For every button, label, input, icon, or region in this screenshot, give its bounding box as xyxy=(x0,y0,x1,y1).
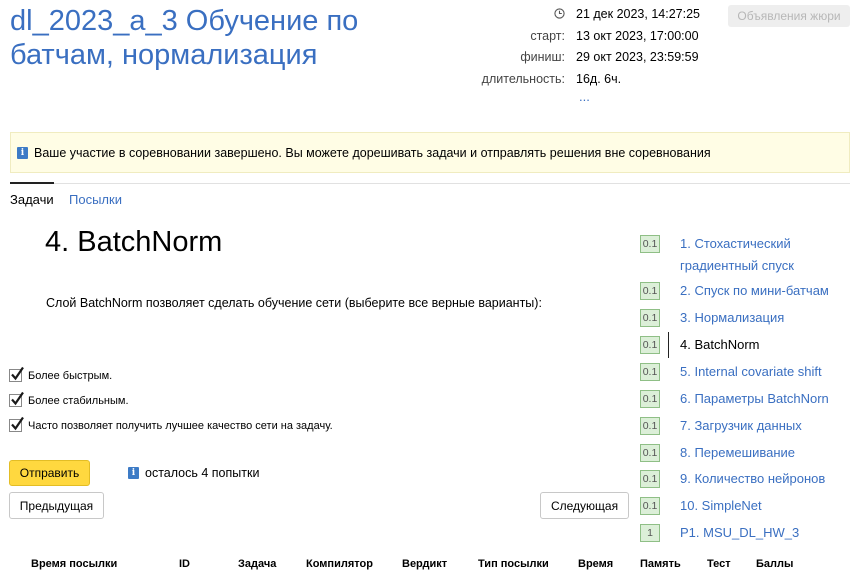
problem-score-badge: 0.1 xyxy=(640,444,660,462)
option-quality[interactable]: Часто позволяет получить лучшее качество… xyxy=(9,416,333,432)
checkmark-icon xyxy=(11,391,24,406)
checkmark-icon xyxy=(11,416,24,431)
checkmark-icon xyxy=(11,366,24,381)
problem-link[interactable]: 6. Параметры BatchNorn xyxy=(680,388,851,410)
problem-link[interactable]: 3. Нормализация xyxy=(680,307,851,329)
participation-notice: i Ваше участие в соревновании завершено.… xyxy=(10,132,850,173)
duration-label: длительность: xyxy=(481,72,565,86)
jury-announcements-button[interactable]: Объявления жюри xyxy=(728,5,850,27)
info-icon: i xyxy=(128,467,139,479)
option-label: Более быстрым. xyxy=(28,369,113,382)
problem-link[interactable]: P1. MSU_DL_HW_3 xyxy=(680,522,851,544)
problem-link-active[interactable]: 4. BatchNorm xyxy=(680,334,851,356)
active-problem-indicator xyxy=(668,332,669,358)
problem-score-badge: 0.1 xyxy=(640,363,660,381)
next-button[interactable]: Следующая xyxy=(540,492,629,519)
problem-title: 4. BatchNorm xyxy=(45,226,223,258)
col-verdict: Вердикт xyxy=(402,558,448,570)
more-link[interactable]: ... xyxy=(579,89,590,104)
option-label: Более стабильным. xyxy=(28,394,129,407)
previous-button[interactable]: Предыдущая xyxy=(9,492,104,519)
problem-link[interactable]: 9. Количество нейронов xyxy=(680,468,851,490)
tab-submissions[interactable]: Посылки xyxy=(69,192,122,207)
checkbox[interactable] xyxy=(9,391,24,407)
problem-link[interactable]: 5. Internal covariate shift xyxy=(680,361,851,383)
tab-active-indicator xyxy=(10,182,54,184)
problem-score-badge: 0.1 xyxy=(640,235,660,253)
col-time: Время xyxy=(578,558,614,570)
clock-icon xyxy=(554,8,565,19)
option-stable[interactable]: Более стабильным. xyxy=(9,391,129,407)
notice-text: Ваше участие в соревновании завершено. В… xyxy=(34,145,711,160)
start-time: 13 окт 2023, 17:00:00 xyxy=(576,29,699,43)
option-label: Часто позволяет получить лучшее качество… xyxy=(28,419,333,432)
checkbox[interactable] xyxy=(9,366,24,382)
col-problem: Задача xyxy=(238,558,277,570)
problem-score-badge: 0.1 xyxy=(640,390,660,408)
start-label: старт: xyxy=(530,29,565,43)
problem-link[interactable]: 8. Перемешивание xyxy=(680,442,851,464)
attempts-remaining: i осталось 4 попытки xyxy=(128,466,259,480)
contest-title: dl_2023_a_3 Обучение по батчам, нормализ… xyxy=(10,5,359,71)
problem-statement: Слой BatchNorm позволяет сделать обучени… xyxy=(46,296,542,310)
col-score: Баллы xyxy=(756,558,794,570)
submit-button[interactable]: Отправить xyxy=(9,460,90,486)
current-time: 21 дек 2023, 14:27:25 xyxy=(576,7,700,21)
col-submit-time: Время посылки xyxy=(31,558,118,570)
problem-score-badge: 1 xyxy=(640,524,660,542)
option-faster[interactable]: Более быстрым. xyxy=(9,366,113,382)
tabs-divider xyxy=(10,183,850,184)
problem-link[interactable]: 10. SimpleNet xyxy=(680,495,851,517)
col-memory: Память xyxy=(640,558,681,570)
problem-link[interactable]: 7. Загрузчик данных xyxy=(680,415,851,437)
col-test: Тест xyxy=(707,558,731,570)
info-icon: i xyxy=(17,146,28,159)
checkbox[interactable] xyxy=(9,416,24,432)
duration-value: 16д. 6ч. xyxy=(576,72,622,86)
problem-score-badge: 0.1 xyxy=(640,470,660,488)
problem-score-badge: 0.1 xyxy=(640,336,660,354)
problem-score-badge: 0.1 xyxy=(640,282,660,300)
problem-link[interactable]: 1. Стохастический градиентный спуск xyxy=(680,233,851,277)
col-id: ID xyxy=(179,558,190,570)
problem-score-badge: 0.1 xyxy=(640,417,660,435)
col-submission-type: Тип посылки xyxy=(478,558,549,570)
finish-time: 29 окт 2023, 23:59:59 xyxy=(576,50,699,64)
tab-problems[interactable]: Задачи xyxy=(10,192,54,207)
problem-score-badge: 0.1 xyxy=(640,309,660,327)
problem-score-badge: 0.1 xyxy=(640,497,660,515)
problem-link[interactable]: 2. Спуск по мини-батчам xyxy=(680,280,851,302)
col-compiler: Компилятор xyxy=(306,558,373,570)
attempts-text: осталось 4 попытки xyxy=(145,466,260,480)
finish-label: финиш: xyxy=(520,50,565,64)
